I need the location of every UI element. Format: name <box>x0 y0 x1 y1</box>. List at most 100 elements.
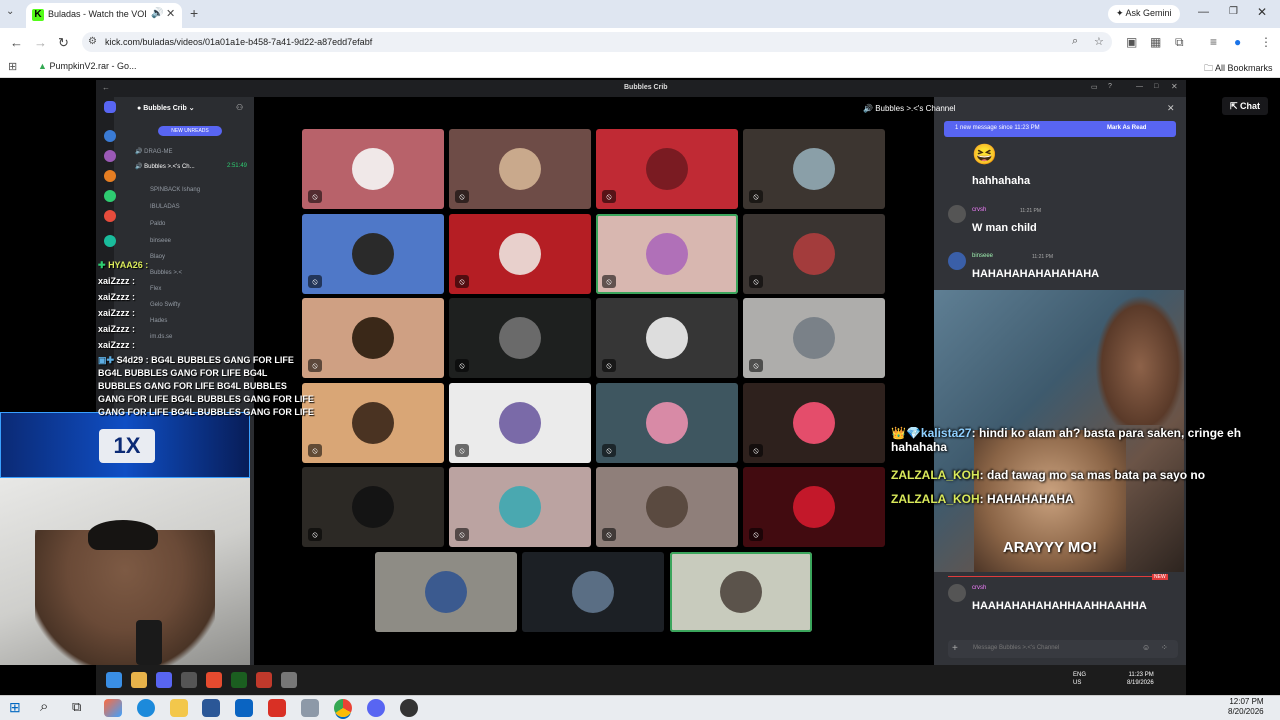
browser-menu-icon[interactable]: ⋮ <box>1260 35 1272 49</box>
minimize-icon: — <box>1136 83 1143 90</box>
participant-avatar <box>646 402 688 444</box>
profile-icon[interactable]: ● <box>1234 35 1241 49</box>
obs-icon[interactable] <box>400 699 418 717</box>
reload-icon[interactable]: ↻ <box>58 35 69 51</box>
obs-icon <box>181 672 197 688</box>
forward-icon[interactable]: → <box>34 35 47 50</box>
message-user: crvsh <box>972 207 987 213</box>
discord-home-icon <box>104 101 116 113</box>
participant-tile: ⦸ <box>743 383 885 463</box>
stream-chat-message: xaiZzzz : <box>98 340 136 350</box>
chat-message: W man child <box>972 222 1037 234</box>
close-window-button[interactable]: ✕ <box>1257 5 1267 19</box>
browser-tab[interactable]: K Buladas - Watch the VOD o 🔊 ✕ <box>26 3 182 28</box>
windows-start-icon[interactable]: ⊞ <box>9 699 21 716</box>
muted-mic-icon: ⦸ <box>749 190 763 203</box>
participant-avatar <box>352 317 394 359</box>
apps-grid-icon[interactable]: ⊞ <box>8 60 17 73</box>
message-time: 11:21 PM <box>1032 254 1054 260</box>
server-icon <box>104 190 116 202</box>
stream-chat-message: xaiZzzz : <box>98 324 136 334</box>
reaction-person <box>1095 295 1185 425</box>
participant-avatar <box>646 317 688 359</box>
help-icon: ? <box>1108 83 1112 90</box>
voice-user-name: Flex <box>150 286 162 292</box>
discord-window-title: Bubbles Crib <box>624 84 668 91</box>
chat-header-title: Bubbles >.<'s Channel <box>875 104 956 113</box>
ask-gemini-button[interactable]: ✦ Ask Gemini <box>1108 5 1180 23</box>
participant-avatar <box>720 571 762 613</box>
new-tab-button[interactable]: + <box>190 5 198 21</box>
tab-close-icon[interactable]: ✕ <box>166 7 175 20</box>
muted-mic-icon: ⦸ <box>455 359 469 372</box>
store-icon[interactable] <box>202 699 220 717</box>
tab-search-icon[interactable]: ⌄ <box>6 6 14 17</box>
participant-avatar <box>793 486 835 528</box>
voice-user-name: Bubbles >.< <box>150 270 183 276</box>
mail-icon[interactable] <box>235 699 253 717</box>
discord-icon[interactable] <box>367 699 385 717</box>
participant-avatar <box>352 233 394 275</box>
muted-mic-icon: ⦸ <box>602 275 616 288</box>
muted-mic-icon: ⦸ <box>455 528 469 541</box>
minimize-window-button[interactable]: — <box>1198 6 1209 18</box>
extension-icon-2[interactable]: ▦ <box>1150 35 1161 49</box>
participant-tile: ⦸ <box>449 383 591 463</box>
overlay-chat-message: ZALZALA_KOH: HAHAHAHAHA <box>891 492 1074 506</box>
participant-tile: ⦸ <box>596 214 738 294</box>
file-explorer-icon <box>131 672 147 688</box>
participant-tile: ⦸ <box>302 214 444 294</box>
file-explorer-icon[interactable] <box>170 699 188 717</box>
avatar <box>948 584 966 602</box>
server-icon <box>104 235 116 247</box>
maximize-window-button[interactable]: ❐ <box>1229 6 1238 17</box>
copilot-icon[interactable] <box>104 699 122 717</box>
task-view-icon[interactable]: ⧉ <box>72 699 81 715</box>
muted-mic-icon: ⦸ <box>749 444 763 457</box>
muted-mic-icon: ⦸ <box>308 275 322 288</box>
voice-user-name: im.ds.se <box>150 334 173 340</box>
kick-favicon-icon: K <box>32 9 44 21</box>
voice-user-name: IBULADAS <box>150 204 180 210</box>
overlay-chat-text: : HAHAHAHAHA <box>979 492 1074 506</box>
stream-chat-message: GANG FOR LIFE BG4L BUBBLES GANG FOR LIFE <box>98 394 314 404</box>
stream-chat-text: HYAA26 : <box>108 260 149 270</box>
message-input-placeholder: Message Bubbles >.<'s Channel <box>973 645 1060 651</box>
app-icon[interactable] <box>268 699 286 717</box>
edge-icon[interactable] <box>137 699 155 717</box>
participant-tile: ⦸ <box>596 467 738 547</box>
clock-date: 8/20/2026 <box>1228 707 1264 716</box>
reading-list-icon[interactable]: ≡ <box>1210 35 1217 49</box>
stream-chat-text: S4d29 : BG4L BUBBLES GANG FOR LIFE <box>116 355 294 365</box>
toggle-chat-button[interactable]: ⇱ Chat <box>1222 97 1268 115</box>
app-icon <box>231 672 247 688</box>
system-clock[interactable]: 12:07 PM 8/20/2026 <box>1228 697 1264 717</box>
address-bar[interactable]: ⚙ kick.com/buladas/videos/01a01a1e-b458-… <box>82 32 1112 52</box>
participant-avatar <box>499 233 541 275</box>
chrome-icon[interactable] <box>334 699 352 717</box>
participant-avatar <box>572 571 614 613</box>
participant-avatar <box>352 148 394 190</box>
meme-caption: ARAYYY MO! <box>1002 539 1098 556</box>
bookmark-star-icon[interactable]: ☆ <box>1094 35 1104 48</box>
url-text[interactable]: kick.com/buladas/videos/01a01a1e-b458-7a… <box>105 37 372 47</box>
back-icon[interactable]: ← <box>10 35 23 50</box>
drive-icon: ▲ <box>38 61 47 71</box>
stream-language: ENG US <box>1073 671 1086 687</box>
all-bookmarks-button[interactable]: 🗀 All Bookmarks <box>1204 61 1273 77</box>
close-icon: ✕ <box>1171 82 1178 91</box>
stream-clock-time: 11:23 PM <box>1128 672 1154 678</box>
stream-lang-code: ENG <box>1073 672 1087 678</box>
extensions-puzzle-icon[interactable]: ⧉ <box>1175 35 1184 50</box>
site-info-icon[interactable]: ⚙ <box>88 36 97 47</box>
voice-user-name: Gelo Swifty <box>150 302 181 308</box>
participant-avatar <box>793 317 835 359</box>
audio-playing-icon[interactable]: 🔊 <box>151 8 163 19</box>
zoom-icon[interactable]: ⌕ <box>1072 35 1078 48</box>
bookmark-item[interactable]: ▲ PumpkinV2.rar - Go... <box>38 61 136 71</box>
voice-user-name: Paldo <box>150 221 166 227</box>
stream-chat-message: xaiZzzz : <box>98 292 136 302</box>
extension-icon[interactable]: ▣ <box>1126 35 1137 49</box>
search-icon[interactable]: ⌕ <box>40 698 48 715</box>
app-icon-2[interactable] <box>301 699 319 717</box>
